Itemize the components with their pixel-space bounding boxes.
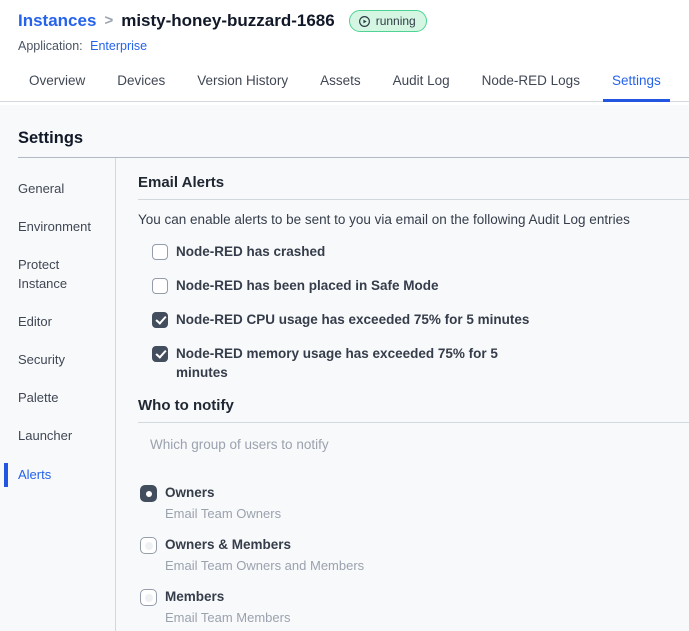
checkbox-label: Node-RED has been placed in Safe Mode (176, 277, 439, 293)
settings-main: Email Alerts You can enable alerts to be… (116, 158, 689, 631)
notify-option-sublabel: Email Team Owners and Members (165, 558, 365, 574)
who-to-notify-divider (138, 422, 689, 424)
alert-option-row: Node-RED has crashed (152, 243, 689, 262)
sidebar-item-alerts[interactable]: Alerts (0, 456, 115, 494)
tab-version-history[interactable]: Version History (192, 69, 293, 101)
settings-page-title: Settings (18, 129, 84, 147)
checkbox-node-red-cpu-usage-has-exceeded-75-for-5-minutes[interactable] (152, 311, 168, 328)
who-to-notify-title: Who to notify (138, 397, 234, 415)
who-to-notify-hint: Which group of users to notify (150, 437, 329, 453)
radio-owners-members[interactable] (140, 537, 157, 555)
sidebar-item-security[interactable]: Security (0, 341, 115, 379)
application-label: Application: (18, 39, 83, 53)
sidebar-item-palette[interactable]: Palette (0, 379, 115, 417)
notify-option-row: Owners & Members Email Team Owners and Me… (140, 536, 689, 573)
notify-option-sublabel: Email Team Members (165, 610, 291, 626)
checkbox-node-red-has-crashed[interactable] (152, 244, 168, 260)
notify-option-label: Owners & Members (165, 537, 292, 553)
notify-options: Owners Email Team Owners Owners & Members E… (140, 484, 689, 625)
tab-overview[interactable]: Overview (24, 69, 90, 101)
settings-sidebar: General Environment Protect Instance Editor… (0, 158, 116, 631)
breadcrumb: Instances > misty-honey-buzzard-1686 (18, 11, 335, 31)
notify-option-label: Members (165, 589, 225, 605)
status-badge-label: running (375, 14, 416, 28)
sidebar-item-launcher[interactable]: Launcher (0, 417, 115, 455)
settings-content: Settings General Environment Protect Insta… (0, 105, 689, 631)
instance-tabs: Overview Devices Version History Assets Audi… (0, 69, 689, 102)
notify-option-text: Owners & Members Email Team Owners and Me… (165, 536, 364, 573)
tab-node-red-logs[interactable]: Node-RED Logs (477, 69, 585, 101)
sidebar-item-environment[interactable]: Environment (0, 208, 115, 246)
email-alerts-divider (138, 199, 689, 200)
email-alerts-title: Email Alerts (138, 174, 225, 191)
email-alerts-description: You can enable alerts to be sent to you … (138, 212, 630, 227)
alert-option-row: Node-RED memory usage has exceeded 75% f… (152, 345, 689, 383)
page-header: Instances > misty-honey-buzzard-1686 run… (0, 0, 689, 53)
status-badge: running (348, 10, 427, 32)
alert-option-row: Node-RED has been placed in Safe Mode (152, 277, 689, 296)
sidebar-item-general[interactable]: General (0, 170, 115, 208)
breadcrumb-row: Instances > misty-honey-buzzard-1686 run… (18, 10, 675, 32)
sidebar-item-protect-instance[interactable]: Protect Instance (0, 246, 115, 302)
checkbox-label: Node-RED CPU usage has exceeded 75% for … (176, 311, 530, 327)
checkbox-node-red-has-been-placed-in-safe-mode[interactable] (152, 277, 168, 294)
notify-option-row: Members Email Team Members (140, 588, 689, 625)
sidebar-item-editor[interactable]: Editor (0, 303, 115, 341)
notify-option-label: Owners (165, 485, 215, 501)
email-alert-options: Node-RED has crashed Node-RED has been pl… (152, 243, 689, 382)
alert-option-row: Node-RED CPU usage has exceeded 75% for … (152, 311, 689, 330)
application-link[interactable]: Enterprise (90, 39, 147, 53)
notify-option-row: Owners Email Team Owners (140, 484, 689, 521)
instance-settings-page: Instances > misty-honey-buzzard-1686 run… (0, 0, 689, 631)
who-to-notify-section: Who to notify Which group of users to no… (138, 397, 689, 625)
radio-owners[interactable] (140, 485, 157, 503)
notify-option-text: Owners Email Team Owners (165, 484, 281, 521)
radio-members[interactable] (140, 589, 157, 607)
tab-devices[interactable]: Devices (112, 69, 170, 101)
checkbox-node-red-memory-usage-has-exceeded-75-for-5-minutes[interactable] (152, 345, 168, 362)
tab-settings[interactable]: Settings (602, 69, 670, 102)
notify-option-text: Members Email Team Members (165, 588, 290, 625)
email-alerts-section: Email Alerts You can enable alerts to be… (138, 174, 689, 382)
checkbox-label: Node-RED has crashed (176, 244, 326, 259)
tab-assets[interactable]: Assets (315, 69, 366, 101)
play-circle-icon (358, 15, 371, 28)
notify-option-sublabel: Email Team Owners (165, 506, 282, 522)
application-row: Application: Enterprise (18, 39, 675, 53)
breadcrumb-instances-link[interactable]: Instances (18, 11, 96, 31)
tab-audit-log[interactable]: Audit Log (388, 69, 455, 101)
settings-body: General Environment Protect Instance Editor… (0, 158, 689, 631)
instance-name: misty-honey-buzzard-1686 (121, 11, 335, 30)
chevron-right-icon: > (104, 11, 114, 29)
checkbox-label: Node-RED memory usage has exceeded 75% f… (176, 345, 498, 380)
